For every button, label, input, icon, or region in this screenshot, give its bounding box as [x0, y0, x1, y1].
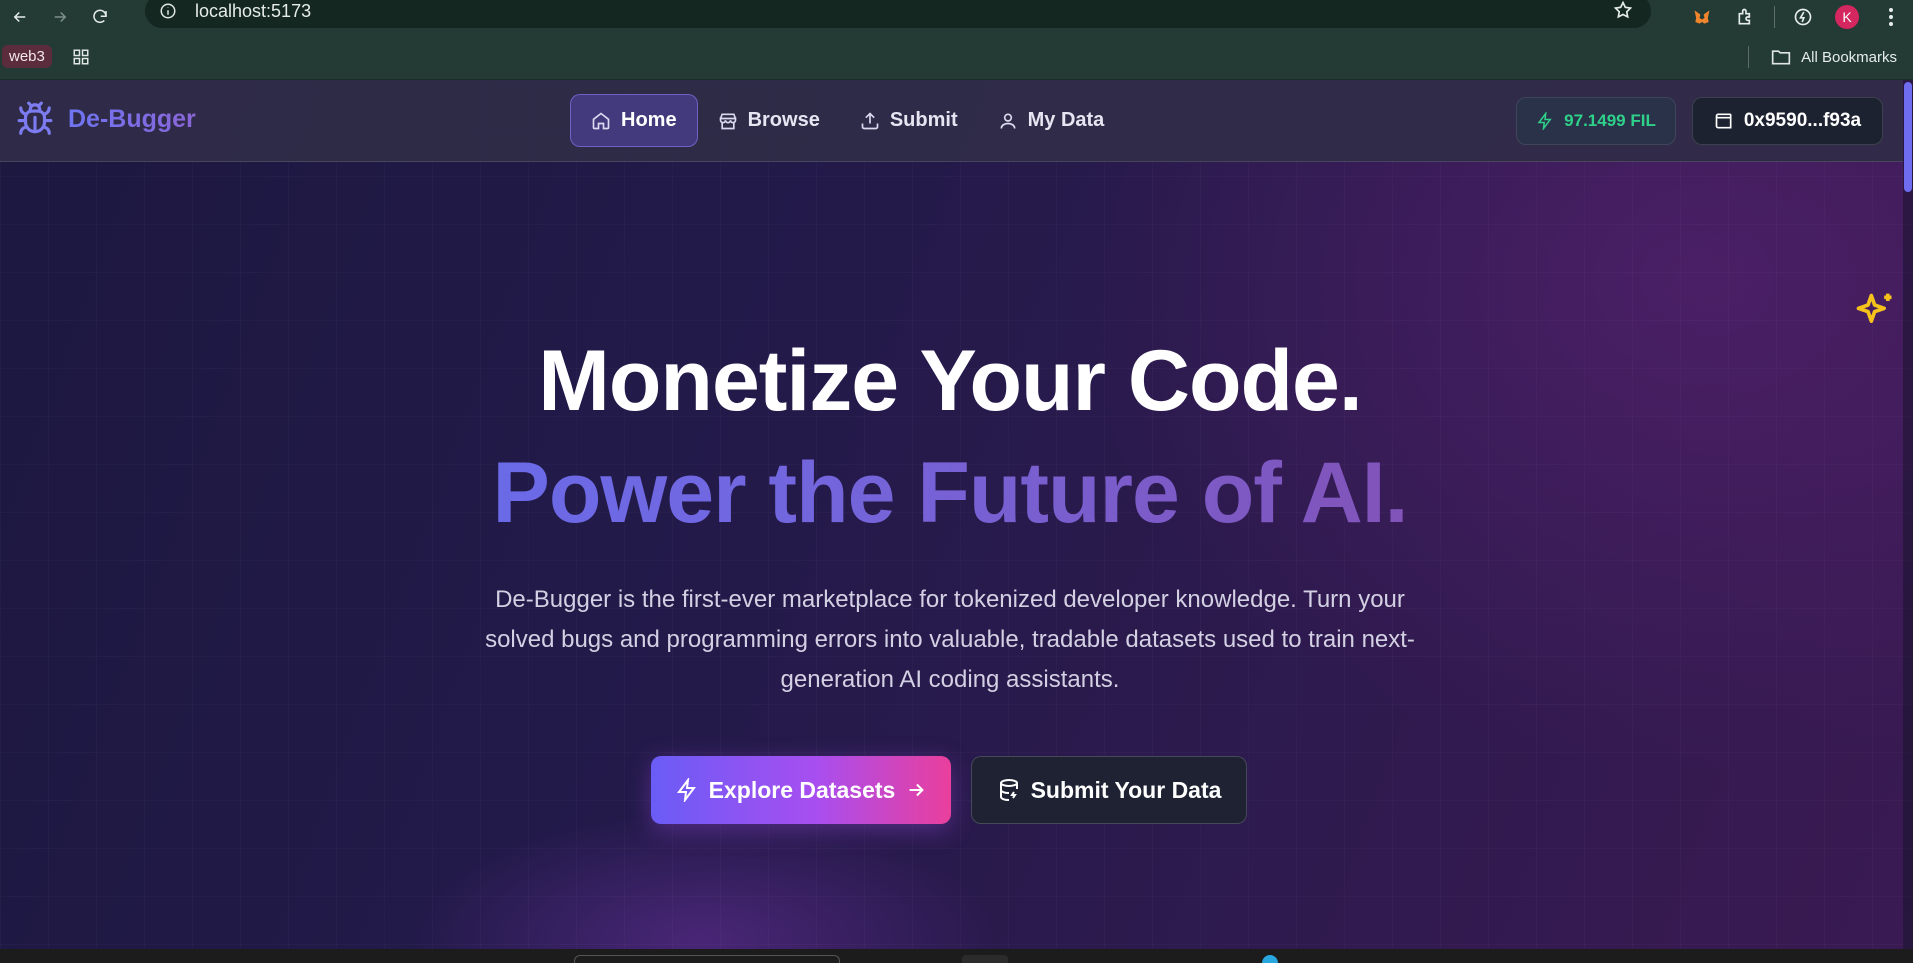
- bookmarks-bar: web3 All Bookmarks: [0, 34, 1913, 80]
- nav-browse[interactable]: Browse: [698, 94, 840, 147]
- bug-icon: [16, 100, 54, 138]
- nav-browse-label: Browse: [747, 109, 820, 131]
- page-scrollbar[interactable]: [1903, 80, 1913, 949]
- wallet-address: 0x9590...f93a: [1743, 110, 1862, 131]
- reload-button[interactable]: [80, 0, 120, 34]
- fil-balance-badge: 97.1499 FIL: [1516, 97, 1676, 145]
- toolbar-divider: [1774, 6, 1775, 28]
- hero-title-line2: Power the Future of AI.: [0, 444, 1900, 543]
- taskbar-app[interactable]: [962, 955, 1008, 963]
- profile-avatar[interactable]: K: [1835, 5, 1859, 29]
- logo-text: De-Bugger: [68, 104, 196, 133]
- database-icon: [997, 778, 1021, 802]
- submit-your-data-button[interactable]: Submit Your Data: [971, 756, 1247, 824]
- forward-button[interactable]: [40, 0, 80, 34]
- home-icon: [591, 111, 611, 131]
- explore-datasets-label: Explore Datasets: [708, 776, 896, 803]
- site-logo[interactable]: De-Bugger: [16, 100, 196, 138]
- back-button[interactable]: [0, 0, 40, 34]
- wallet-button[interactable]: 0x9590...f93a: [1692, 97, 1883, 145]
- taskbar-search[interactable]: [574, 955, 840, 963]
- url-text[interactable]: localhost:5173: [195, 1, 311, 22]
- store-icon: [718, 111, 738, 131]
- lightning-icon: [675, 778, 699, 802]
- nav-submit-label: Submit: [889, 109, 958, 131]
- page-content: De-Bugger Home Browse Submit My Data 97.…: [0, 80, 1913, 949]
- hero-title-line1: Monetize Your Code.: [538, 333, 1363, 429]
- browser-toolbar: localhost:5173 K: [0, 0, 1913, 34]
- nav-my-data-label: My Data: [1027, 109, 1105, 131]
- bookmark-group-chip[interactable]: web3: [2, 45, 52, 68]
- os-taskbar: [0, 949, 1913, 963]
- extensions-puzzle-icon[interactable]: [1724, 0, 1768, 34]
- wallet-icon: [1714, 111, 1734, 131]
- bookmark-star-icon[interactable]: [1613, 0, 1633, 25]
- bookmarks-divider: [1748, 46, 1750, 68]
- folder-icon: [1771, 48, 1791, 66]
- all-bookmarks-link[interactable]: All Bookmarks: [1801, 49, 1897, 66]
- address-bar[interactable]: localhost:5173: [145, 0, 1651, 28]
- performance-icon[interactable]: [1781, 0, 1825, 34]
- taskbar-app-icon[interactable]: [1262, 955, 1278, 963]
- main-nav: Home Browse Submit My Data: [570, 94, 1124, 147]
- hero-description: De-Bugger is the first-ever marketplace …: [485, 586, 1415, 693]
- metamask-extension-icon[interactable]: [1680, 0, 1724, 34]
- lightning-icon: [1536, 112, 1554, 130]
- arrow-right-icon: [905, 779, 927, 801]
- upload-icon: [860, 111, 880, 131]
- nav-home[interactable]: Home: [570, 94, 698, 147]
- kebab-menu-icon[interactable]: [1869, 0, 1913, 34]
- apps-grid-icon[interactable]: [72, 48, 90, 66]
- nav-my-data[interactable]: My Data: [978, 94, 1125, 147]
- nav-submit[interactable]: Submit: [840, 94, 978, 147]
- scrollbar-thumb[interactable]: [1904, 82, 1912, 192]
- user-icon: [998, 111, 1018, 131]
- site-header: De-Bugger Home Browse Submit My Data 97.…: [0, 80, 1903, 162]
- nav-home-label: Home: [621, 109, 677, 131]
- explore-datasets-button[interactable]: Explore Datasets: [651, 756, 951, 824]
- site-info-icon[interactable]: [159, 2, 177, 20]
- submit-your-data-label: Submit Your Data: [1030, 776, 1222, 803]
- sparkle-icon: [1853, 290, 1897, 334]
- fil-balance-value: 97.1499 FIL: [1564, 111, 1656, 130]
